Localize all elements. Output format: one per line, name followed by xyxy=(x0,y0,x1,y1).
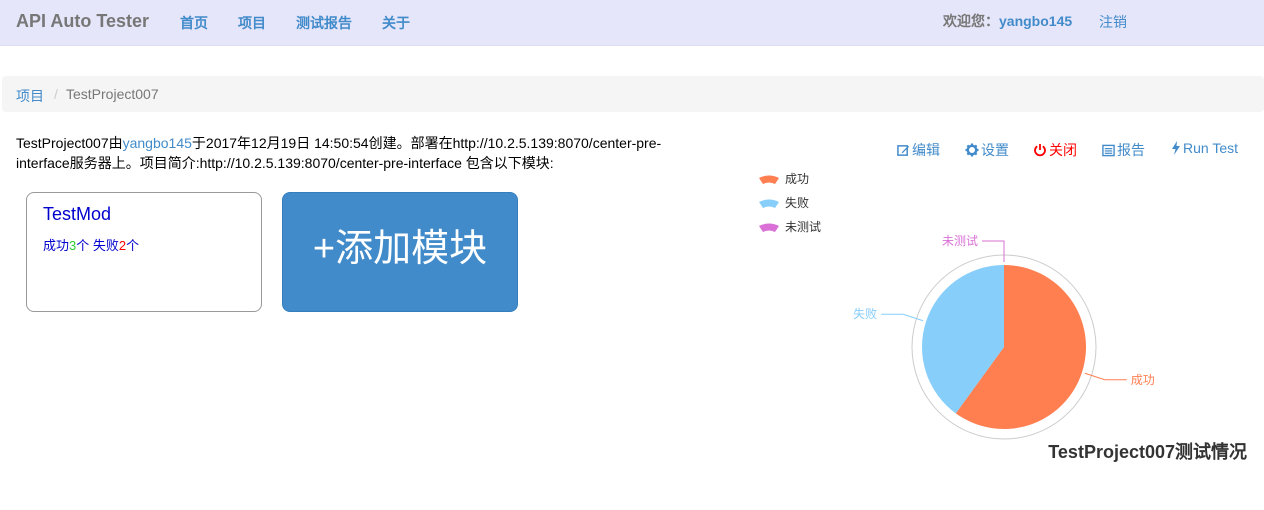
legend-label-fail: 失败 xyxy=(785,196,810,210)
list-alt-icon xyxy=(1102,144,1115,156)
module-name[interactable]: TestMod xyxy=(43,204,111,225)
logout-link[interactable]: 注销 xyxy=(1099,12,1127,32)
project-description: TestProject007由yangbo145于2017年12月19日 14:… xyxy=(16,133,696,173)
legend-item-untested[interactable]: 未测试 xyxy=(758,218,821,235)
run-test-button[interactable]: Run Test xyxy=(1171,140,1238,156)
breadcrumb-separator: / xyxy=(54,86,58,102)
creator-link[interactable]: yangbo145 xyxy=(123,135,192,151)
edit-button[interactable]: 编辑 xyxy=(897,140,940,160)
desc-by: 由 xyxy=(108,135,123,151)
add-module-button[interactable]: +添加模块 xyxy=(282,192,518,312)
fail-label: 失败 xyxy=(92,238,119,253)
nav-projects[interactable]: 项目 xyxy=(238,13,266,33)
nav-home[interactable]: 首页 xyxy=(180,13,208,33)
navbar: API Auto Tester 首页 项目 测试报告 关于 欢迎您：yangbo… xyxy=(0,0,1264,46)
breadcrumb-projects-link[interactable]: 项目 xyxy=(16,86,44,106)
close-button[interactable]: 关闭 xyxy=(1033,140,1077,160)
add-module-label: +添加模块 xyxy=(312,228,488,270)
power-icon xyxy=(1034,144,1046,157)
breadcrumb: 项目 / TestProject007 xyxy=(2,76,1264,112)
settings-label: 设置 xyxy=(981,142,1009,158)
legend-item-success[interactable]: 成功 xyxy=(758,170,809,187)
pie-slice-label: 未测试 xyxy=(942,233,978,248)
edit-label: 编辑 xyxy=(912,142,940,158)
pie-slice-label: 失败 xyxy=(853,306,877,321)
report-button[interactable]: 报告 xyxy=(1102,140,1145,160)
legend-swatch-fail xyxy=(759,199,779,208)
unit-label: 个 xyxy=(76,238,93,253)
settings-button[interactable]: 设置 xyxy=(965,140,1009,160)
success-label: 成功 xyxy=(43,238,70,253)
pie-slice-label: 成功 xyxy=(1131,373,1155,387)
edit-icon xyxy=(897,144,910,156)
legend-label-untested: 未测试 xyxy=(785,220,822,234)
run-test-label: Run Test xyxy=(1183,140,1238,156)
username-link[interactable]: yangbo145 xyxy=(999,13,1072,29)
welcome-text: 欢迎您：yangbo145 xyxy=(943,11,1072,31)
legend-swatch-success xyxy=(759,175,779,184)
pie-chart: 成功 失败 未测试 xyxy=(853,233,1155,440)
project-name: TestProject007 xyxy=(16,135,109,151)
chart-title: TestProject007测试情况 xyxy=(1048,442,1247,462)
module-stats: 成功3个 失败2个 xyxy=(43,235,139,254)
nav-about[interactable]: 关于 xyxy=(382,13,410,33)
module-card[interactable]: TestMod 成功3个 失败2个 xyxy=(26,192,262,312)
legend-swatch-untested xyxy=(759,223,779,232)
flash-icon xyxy=(1172,141,1180,155)
brand-title[interactable]: API Auto Tester xyxy=(16,11,149,32)
gear-icon xyxy=(965,143,979,157)
legend-label-success: 成功 xyxy=(785,172,810,186)
report-label: 报告 xyxy=(1117,142,1145,158)
breadcrumb-current: TestProject007 xyxy=(66,86,159,102)
welcome-prefix: 欢迎您： xyxy=(943,13,999,29)
legend-item-fail[interactable]: 失败 xyxy=(758,194,809,211)
pie-label-line xyxy=(982,240,1005,262)
nav-test-reports[interactable]: 测试报告 xyxy=(296,13,352,33)
unit-label: 个 xyxy=(126,238,140,253)
close-label: 关闭 xyxy=(1049,142,1077,158)
